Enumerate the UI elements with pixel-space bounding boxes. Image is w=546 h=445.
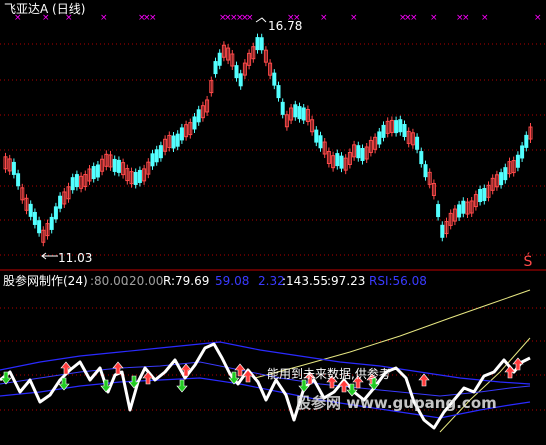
candle-body [356,145,361,159]
candle-body [58,195,63,209]
candle-body [377,131,382,145]
buy-arrow [504,365,516,379]
buy-arrow [512,357,524,371]
trend-line-yellow [254,289,531,379]
candle-body [179,127,184,141]
value-59: 59.08 [215,274,250,288]
signal-x-marker: × [100,13,108,23]
candle-body [116,159,121,173]
candle-body [515,154,520,168]
candle-body [335,153,340,167]
candle-body [297,106,302,120]
indicator-name: 股参网制作(24) [3,274,88,288]
candle-body [234,65,239,79]
signal-x-marker: × [430,13,438,23]
candle-body [415,136,420,150]
candle-body [112,158,117,172]
value-r: R:79.69 [163,274,210,288]
candle-body [192,116,197,130]
candle-body [482,188,487,202]
sell-arrow [176,379,188,393]
candle-body [503,167,508,181]
candle-body [457,204,462,218]
value-143: :143.55 [282,274,329,288]
candle-body [301,107,306,121]
candle-body [423,164,428,178]
candle-body [175,133,180,147]
candle-body [70,177,75,191]
candle-body [259,37,264,51]
candle-body [133,171,138,185]
candle-body [255,37,260,51]
candle-body [272,72,277,86]
watermark: 股参网 www.gupang.com [296,394,497,412]
candle-body [196,109,201,123]
candle-body [360,148,365,162]
high-marker [255,17,267,23]
candle-body [28,203,33,217]
value-20: :20.00 [125,274,164,288]
candle-body [499,172,504,186]
candle-body [91,166,96,180]
candle-body [436,204,441,218]
signal-x-marker: × [246,13,254,23]
candle-body [37,220,42,234]
candle-body [95,164,100,178]
signal-x-marker: × [350,13,358,23]
candle-body [293,104,298,118]
candle-body [150,153,155,167]
candle-body [520,145,525,159]
signal-x-marker: × [149,13,157,23]
candlestick-series [3,33,533,247]
band-middle [0,361,531,397]
candle-body [238,73,243,87]
candle-body [154,149,159,163]
candle-body [381,124,386,138]
candle-body [280,101,285,115]
candle-body [11,161,16,175]
candle-body [478,189,483,203]
low-label: 11.03 [58,251,93,265]
candle-body [171,135,176,149]
future-data-note: 能用到未来数据,供参考 [267,367,391,381]
candle-body [276,85,281,99]
candle-body [158,145,163,159]
candle-body [524,134,529,148]
chart-title: 飞亚达A (日线) [4,2,86,16]
candle-body [398,119,403,133]
candle-body [32,211,37,225]
signal-x-marker: × [462,13,470,23]
candle-body [461,200,466,214]
candle-body [217,52,222,66]
value-rsi: RSI:56.08 [369,274,427,288]
signal-x-marker: × [410,13,418,23]
candle-body [314,129,319,143]
corner-glyph: Ś [524,252,533,270]
candle-body [339,155,344,169]
value-97: :97.23 [327,274,366,288]
high-label: 16.78 [268,19,303,33]
candle-body [137,169,142,183]
signal-x-marker: × [320,13,328,23]
candle-body [213,61,218,75]
value-2: 2.32 [258,274,285,288]
signal-x-marker: × [534,13,542,23]
trend-line-yellow-2 [439,337,531,433]
candle-body [402,124,407,138]
signal-x-marker: × [481,13,489,23]
low-marker [41,252,58,260]
candle-body [318,135,323,149]
candle-body [440,224,445,238]
candle-body [74,174,79,188]
value-80: :80.00 [90,274,129,288]
candle-body [16,173,21,187]
candle-body [419,151,424,165]
candle-body [53,206,58,220]
candle-body [49,216,54,230]
candle-body [394,120,399,134]
buy-arrow [418,373,430,387]
